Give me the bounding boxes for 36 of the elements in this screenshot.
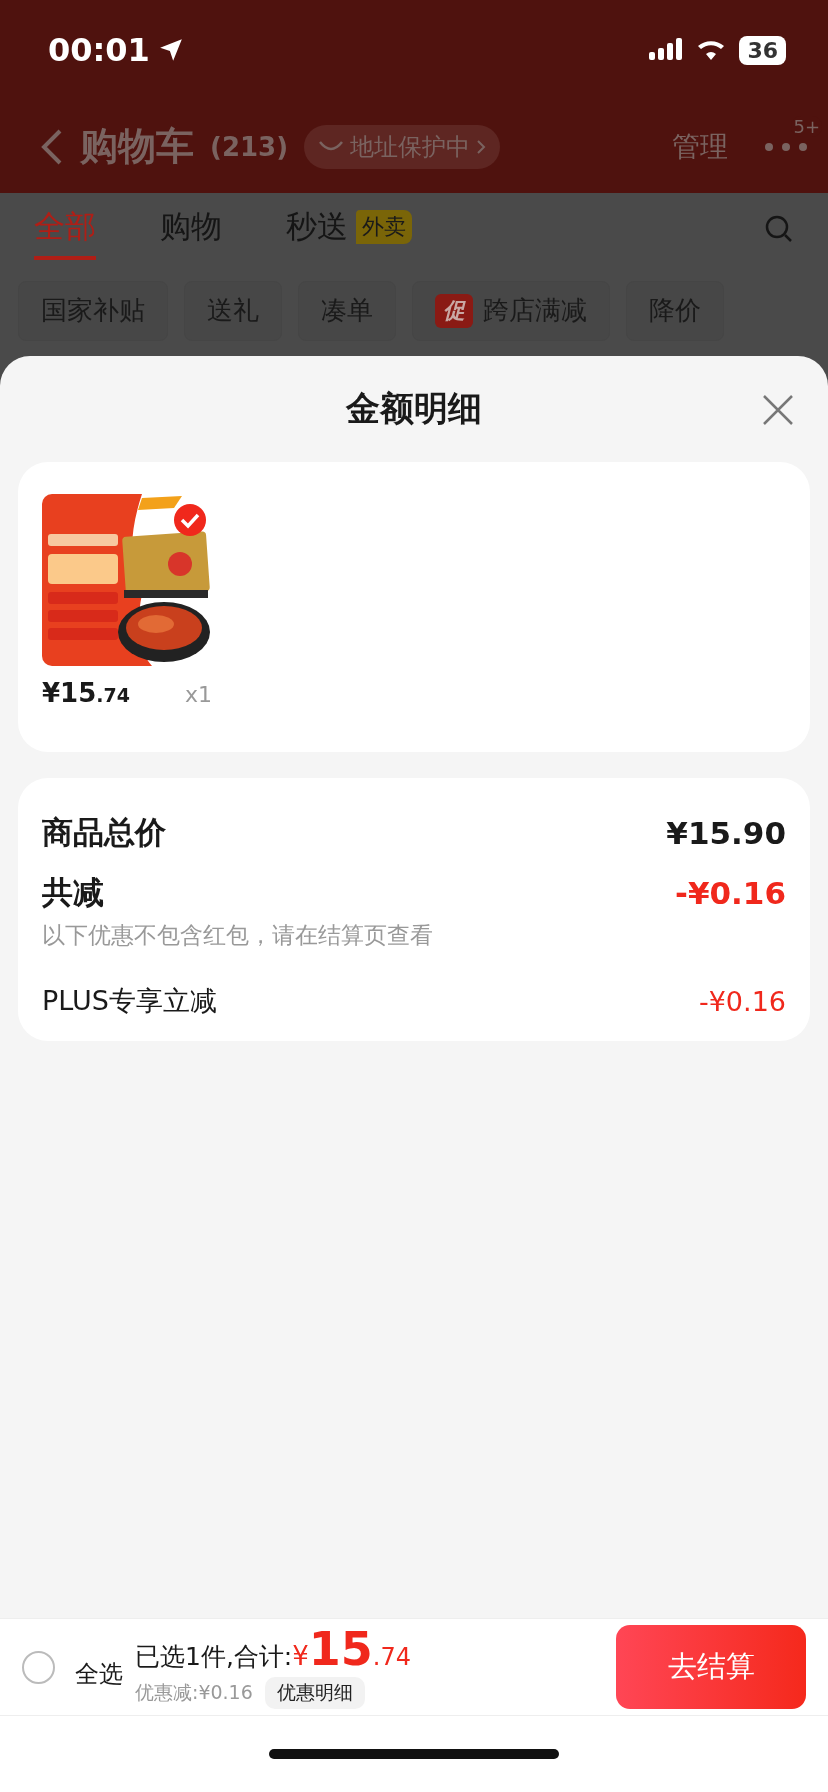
item-quantity: x1: [184, 682, 212, 707]
summary-value: -¥0.16: [698, 985, 786, 1017]
sheet-title: 金额明细: [346, 387, 482, 430]
discount-details-button[interactable]: 优惠明细: [264, 1676, 365, 1709]
close-button[interactable]: [762, 394, 794, 426]
manage-link[interactable]: 管理: [672, 127, 728, 166]
summary-label: PLUS专享立减: [42, 984, 217, 1018]
checkout-button[interactable]: 去结算: [616, 1625, 806, 1709]
signal-icon: [649, 38, 684, 62]
close-icon: [762, 394, 794, 426]
page-title: 购物车: [80, 123, 194, 170]
cart-count: (213): [210, 131, 289, 162]
category-tab[interactable]: 全部: [34, 198, 96, 260]
chevron-right-icon: [476, 138, 487, 155]
select-all-radio[interactable]: [22, 1650, 55, 1684]
search-icon[interactable]: [764, 214, 794, 244]
total-amount: 15: [308, 1625, 373, 1672]
address-protection-pill[interactable]: 地址保护中: [304, 124, 501, 169]
summary-label: 商品总价: [42, 813, 166, 852]
select-all-label: 全选: [75, 1659, 123, 1690]
discount-text: 优惠减:¥0.16: [135, 1679, 253, 1705]
promo-badge: 促: [435, 293, 473, 328]
summary-note: 以下优惠不包含红包，请在结算页查看: [42, 921, 434, 950]
summary-label: 共减: [42, 873, 104, 912]
total-decimal: .74: [372, 1642, 411, 1671]
summary-value: -¥0.16: [675, 875, 786, 911]
selected-summary: 已选1件,合计:: [135, 1640, 293, 1673]
battery-level: 36: [739, 35, 786, 65]
address-protection-label: 地址保护中: [350, 131, 471, 163]
check-icon[interactable]: [174, 504, 206, 536]
summary-value: ¥15.90: [666, 815, 786, 851]
item-price: ¥15.74: [42, 678, 130, 708]
status-time: 00:01: [48, 31, 150, 69]
delivery-badge: 外卖: [356, 210, 412, 244]
total-currency: ¥: [292, 1640, 309, 1671]
more-icon[interactable]: [764, 141, 808, 152]
